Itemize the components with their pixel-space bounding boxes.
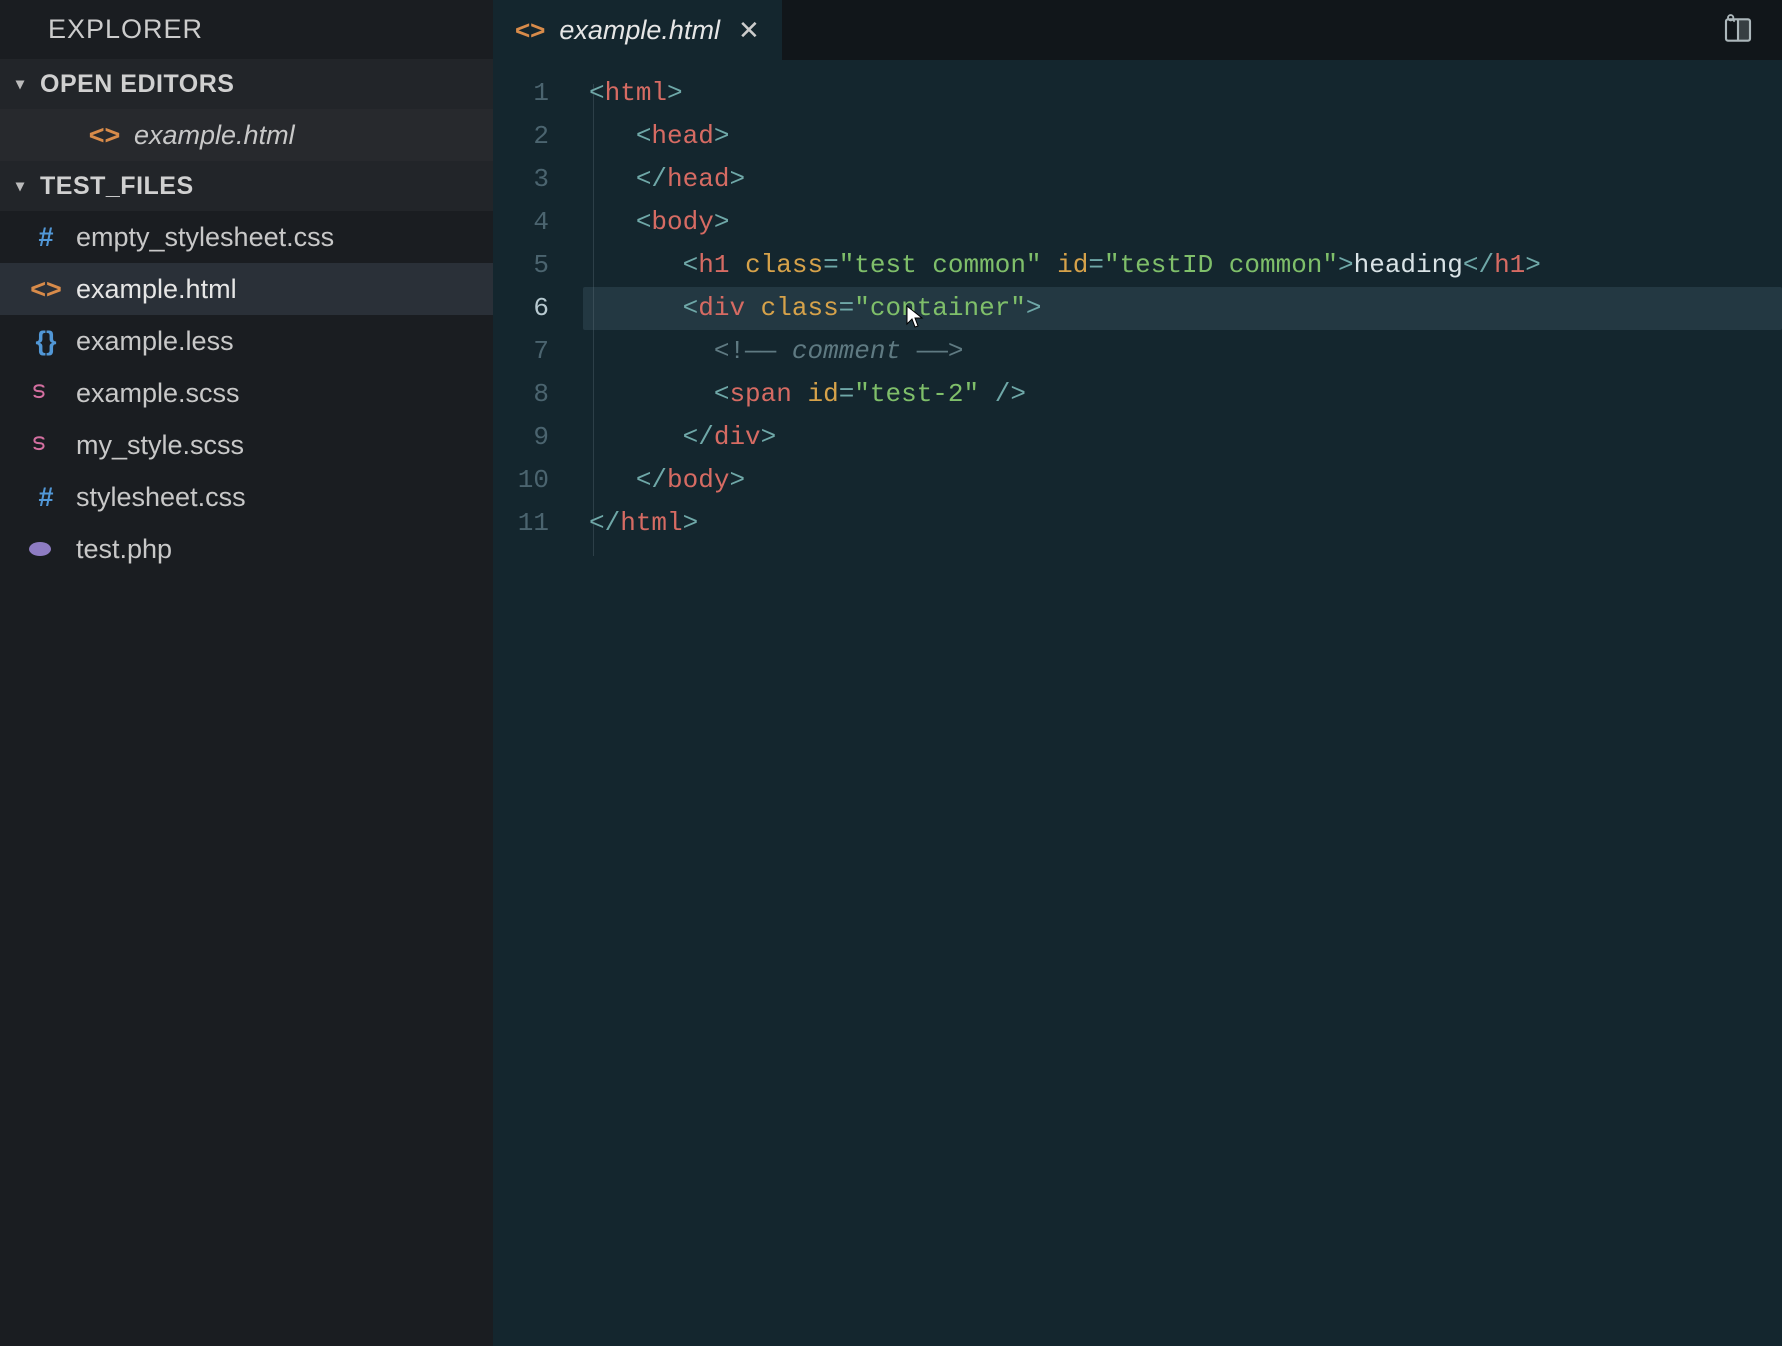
editor-tab-example-html[interactable]: <> example.html ✕ bbox=[493, 0, 782, 60]
code-line: <span id="test-2" /> bbox=[589, 373, 1782, 416]
open-editor-filename: example.html bbox=[134, 120, 295, 151]
line-number: 2 bbox=[493, 115, 549, 158]
open-editors-label: OPEN EDITORS bbox=[40, 70, 234, 99]
code-line: <body> bbox=[589, 201, 1782, 244]
file-name-label: stylesheet.css bbox=[76, 482, 246, 513]
code-line: </div> bbox=[589, 416, 1782, 459]
explorer-title: EXPLORER bbox=[0, 0, 493, 59]
code-line: <html> bbox=[589, 72, 1782, 115]
split-editor-icon[interactable] bbox=[1722, 14, 1754, 46]
file-name-label: example.html bbox=[76, 274, 237, 305]
folder-label: TEST_FILES bbox=[40, 172, 194, 201]
file-item-example-html[interactable]: <> example.html bbox=[0, 263, 493, 315]
file-name-label: test.php bbox=[76, 534, 172, 565]
less-file-icon: {} bbox=[28, 326, 64, 357]
chevron-down-icon: ▾ bbox=[16, 74, 36, 94]
line-number: 7 bbox=[493, 330, 549, 373]
explorer-sidebar: EXPLORER ▾ OPEN EDITORS <> example.html … bbox=[0, 0, 493, 1346]
folder-section-header[interactable]: ▾ TEST_FILES bbox=[0, 161, 493, 211]
css-file-icon: # bbox=[28, 222, 64, 253]
tab-filename: example.html bbox=[559, 15, 720, 46]
code-line: <h1 class="test common" id="testID commo… bbox=[589, 244, 1782, 287]
line-number: 8 bbox=[493, 373, 549, 416]
file-item-my-style-scss[interactable]: my_style.scss bbox=[0, 419, 493, 471]
file-name-label: empty_stylesheet.css bbox=[76, 222, 334, 253]
indent-guide bbox=[593, 84, 594, 556]
line-number: 11 bbox=[493, 502, 549, 545]
file-item-empty-stylesheet[interactable]: # empty_stylesheet.css bbox=[0, 211, 493, 263]
line-number: 5 bbox=[493, 244, 549, 287]
file-name-label: example.less bbox=[76, 326, 234, 357]
line-number: 3 bbox=[493, 158, 549, 201]
chevron-down-icon: ▾ bbox=[16, 176, 36, 196]
line-number-gutter: 1 2 3 4 5 6 7 8 9 10 11 bbox=[493, 72, 581, 1346]
code-line: </html> bbox=[589, 502, 1782, 545]
php-file-icon bbox=[28, 540, 64, 558]
html-file-icon: <> bbox=[28, 274, 64, 305]
scss-file-icon bbox=[28, 434, 64, 456]
file-item-example-less[interactable]: {} example.less bbox=[0, 315, 493, 367]
css-file-icon: # bbox=[28, 482, 64, 513]
html-file-icon: <> bbox=[515, 15, 545, 46]
tabbar-actions bbox=[1722, 0, 1782, 60]
open-editor-item[interactable]: <> example.html bbox=[0, 109, 493, 161]
line-number: 6 bbox=[493, 287, 549, 330]
line-number: 9 bbox=[493, 416, 549, 459]
editor-tabbar: <> example.html ✕ bbox=[493, 0, 1782, 60]
html-file-icon: <> bbox=[86, 120, 122, 151]
code-line: </head> bbox=[589, 158, 1782, 201]
file-item-example-scss[interactable]: example.scss bbox=[0, 367, 493, 419]
file-item-test-php[interactable]: test.php bbox=[0, 523, 493, 575]
file-name-label: example.scss bbox=[76, 378, 240, 409]
file-item-stylesheet-css[interactable]: # stylesheet.css bbox=[0, 471, 493, 523]
line-number: 4 bbox=[493, 201, 549, 244]
code-content[interactable]: <html> <head> </head> <body> <h1 class="… bbox=[581, 72, 1782, 1346]
open-editors-section-header[interactable]: ▾ OPEN EDITORS bbox=[0, 59, 493, 109]
code-line: <head> bbox=[589, 115, 1782, 158]
editor-area: <> example.html ✕ 1 2 3 4 5 6 7 bbox=[493, 0, 1782, 1346]
close-tab-button[interactable]: ✕ bbox=[734, 15, 764, 46]
code-line-current: <div class="container"> bbox=[583, 287, 1782, 330]
code-editor[interactable]: 1 2 3 4 5 6 7 8 9 10 11 <html> <head> </… bbox=[493, 60, 1782, 1346]
code-line: <!—— comment ——> bbox=[589, 330, 1782, 373]
line-number: 1 bbox=[493, 72, 549, 115]
file-name-label: my_style.scss bbox=[76, 430, 244, 461]
scss-file-icon bbox=[28, 382, 64, 404]
line-number: 10 bbox=[493, 459, 549, 502]
code-line: </body> bbox=[589, 459, 1782, 502]
